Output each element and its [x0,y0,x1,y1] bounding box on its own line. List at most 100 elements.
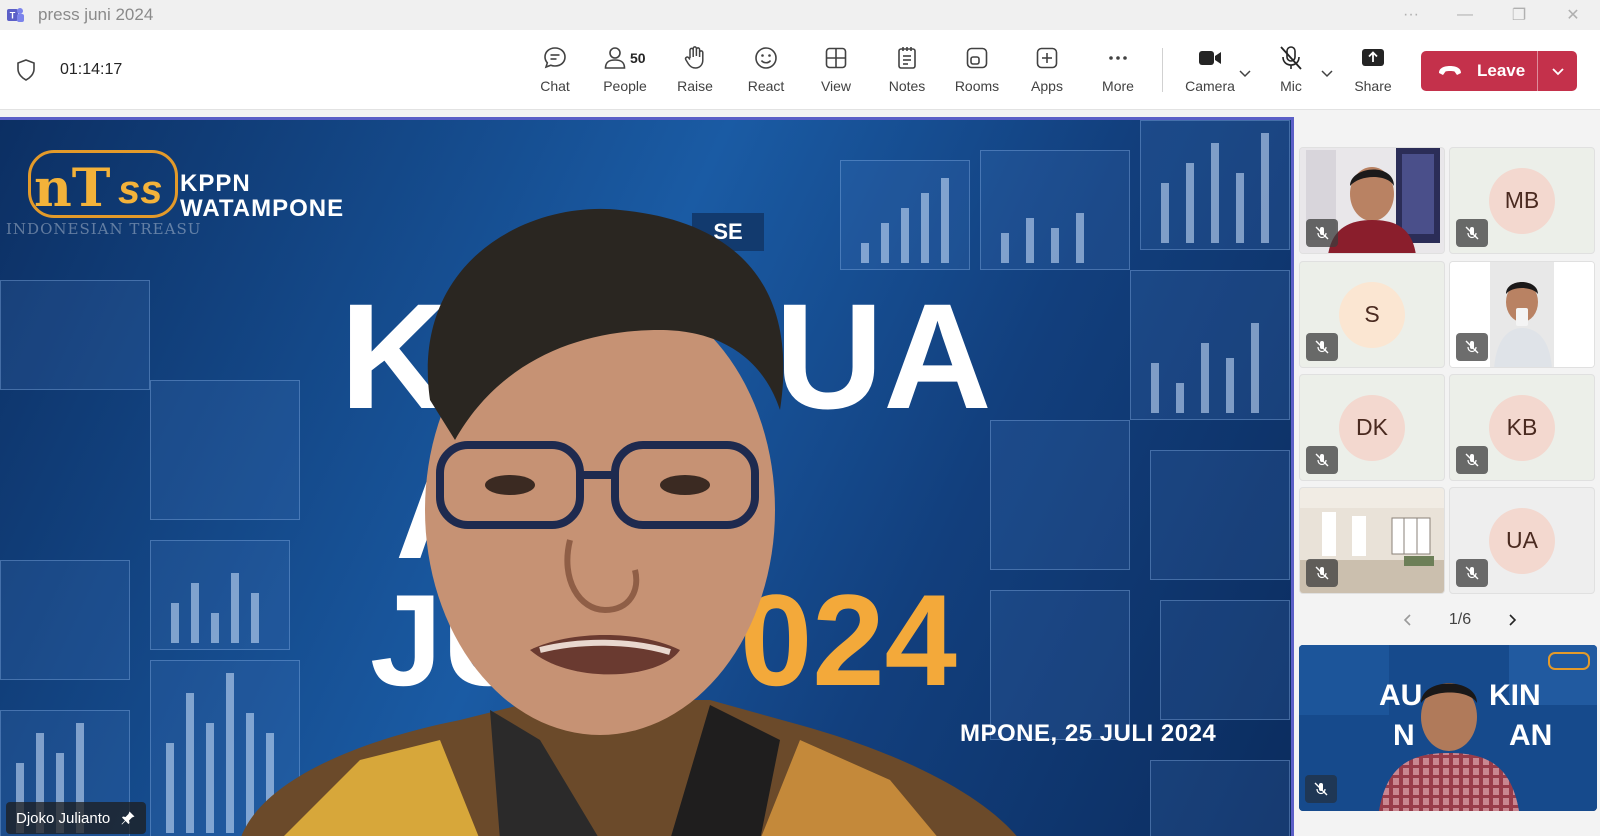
participant-tile[interactable]: UA [1449,487,1595,594]
participant-avatar: DK [1339,394,1405,461]
main-speaker-video[interactable]: nT ss KPPN WATAMPONE INDONESIAN TREASU S… [0,117,1294,836]
org-tagline: INDONESIAN TREASU [6,220,202,238]
react-label: React [747,78,785,94]
meeting-toolbar: 01:14:17 Chat 50 People Raise React View… [0,30,1600,110]
participant-tile[interactable]: KB [1449,374,1595,481]
maximize-icon[interactable]: ❐ [1492,0,1546,30]
mic-off-icon [1315,566,1329,580]
chat-button[interactable]: Chat [522,44,588,100]
minimize-icon[interactable]: — [1438,0,1492,30]
close-icon[interactable]: ✕ [1546,0,1600,30]
raise-label: Raise [677,78,713,94]
shield-icon[interactable] [14,58,38,82]
kppn-logo-mark: ss [118,168,163,212]
background-chart-tile [1150,450,1290,580]
view-button[interactable]: View [803,44,869,100]
raise-hand-button[interactable]: Raise [662,44,728,100]
plus-icon [1036,47,1058,69]
participant-avatar: S [1339,281,1405,348]
apps-label: Apps [1031,78,1063,94]
participant-muted-indicator [1306,219,1338,247]
notes-icon [898,47,916,69]
mic-off-icon [1280,46,1302,70]
participant-muted-indicator [1456,333,1488,361]
mic-label: Mic [1280,78,1302,94]
share-label: Share [1354,78,1392,94]
mic-off-icon [1465,453,1479,467]
pin-icon[interactable] [120,810,136,826]
leave-button[interactable]: Leave [1421,51,1577,91]
participant-tile[interactable] [1449,261,1595,368]
notes-label: Notes [888,78,926,94]
more-label: More [1102,78,1134,94]
participant-tile[interactable] [1299,487,1445,594]
teams-icon: T [4,4,26,26]
toolbar-divider [1162,48,1163,92]
self-view-video[interactable]: AU KIN N AN [1299,645,1597,811]
share-icon [1362,49,1384,66]
background-chart-tile [1160,600,1290,720]
camera-icon [1199,51,1221,65]
react-button[interactable]: React [733,44,799,100]
hang-up-icon [1439,66,1461,75]
share-button[interactable]: Share [1340,44,1406,100]
background-chart-tile [1140,120,1290,250]
self-view-feed: AU KIN N AN [1299,645,1597,811]
speaker-name-tag: Djoko Julianto [6,802,147,834]
background-chart-tile [1130,270,1290,420]
mic-off-icon [1315,340,1329,354]
mic-off-icon [1315,453,1329,467]
mic-off-icon [1314,782,1328,796]
ellipsis-icon [1109,56,1127,60]
participant-tile[interactable]: MB [1449,147,1595,254]
notes-button[interactable]: Notes [874,44,940,100]
people-icon [604,47,626,69]
window-title: press juni 2024 [38,5,154,24]
more-button[interactable]: More [1085,44,1151,100]
smiley-icon [755,47,777,69]
people-count: 50 [630,50,646,66]
background-chart-tile [0,560,130,680]
participant-tile[interactable]: S [1299,261,1445,368]
title-bar: T press juni 2024 ··· — ❐ ✕ [0,0,1600,30]
mic-options-chevron-icon[interactable] [1318,64,1336,82]
rooms-button[interactable]: Rooms [944,44,1010,100]
svg-text:AU: AU [1379,679,1422,712]
camera-button[interactable]: Camera [1177,44,1243,100]
participant-avatar: KB [1489,394,1555,461]
camera-options-chevron-icon[interactable] [1236,64,1254,82]
grid-icon [825,47,847,69]
hand-icon [684,46,704,69]
leave-main[interactable]: Leave [1421,51,1537,91]
leave-label: Leave [1477,61,1526,80]
more-options-icon[interactable]: ··· [1384,0,1438,30]
chevron-right-icon[interactable] [1504,612,1520,628]
background-chart-tile [0,280,150,390]
people-button[interactable]: 50 People [592,44,658,100]
camera-label: Camera [1185,78,1235,94]
svg-text:AN: AN [1509,719,1552,752]
participant-tile[interactable]: DK [1299,374,1445,481]
participant-muted-indicator [1306,446,1338,474]
participant-muted-indicator [1456,446,1488,474]
mic-off-icon [1315,226,1329,240]
participant-muted-indicator [1306,333,1338,361]
participant-muted-indicator [1456,219,1488,247]
chevron-left-icon[interactable] [1400,612,1416,628]
participant-tile[interactable] [1299,147,1445,254]
background-chart-tile [1150,760,1290,836]
participant-muted-indicator [1306,559,1338,587]
gallery-pager: 1/6 [1400,608,1520,632]
speaker-name: Djoko Julianto [16,809,111,827]
svg-text:KIN: KIN [1489,679,1541,712]
leave-options-chevron-icon[interactable] [1538,51,1577,91]
svg-text:T: T [10,11,16,21]
mic-button[interactable]: Mic [1258,44,1324,100]
mic-off-icon [1465,226,1479,240]
apps-button[interactable]: Apps [1014,44,1080,100]
rooms-label: Rooms [954,78,1000,94]
mic-off-icon [1465,566,1479,580]
chat-icon [544,47,566,69]
chat-label: Chat [540,78,570,94]
meeting-timer: 01:14:17 [60,61,123,78]
